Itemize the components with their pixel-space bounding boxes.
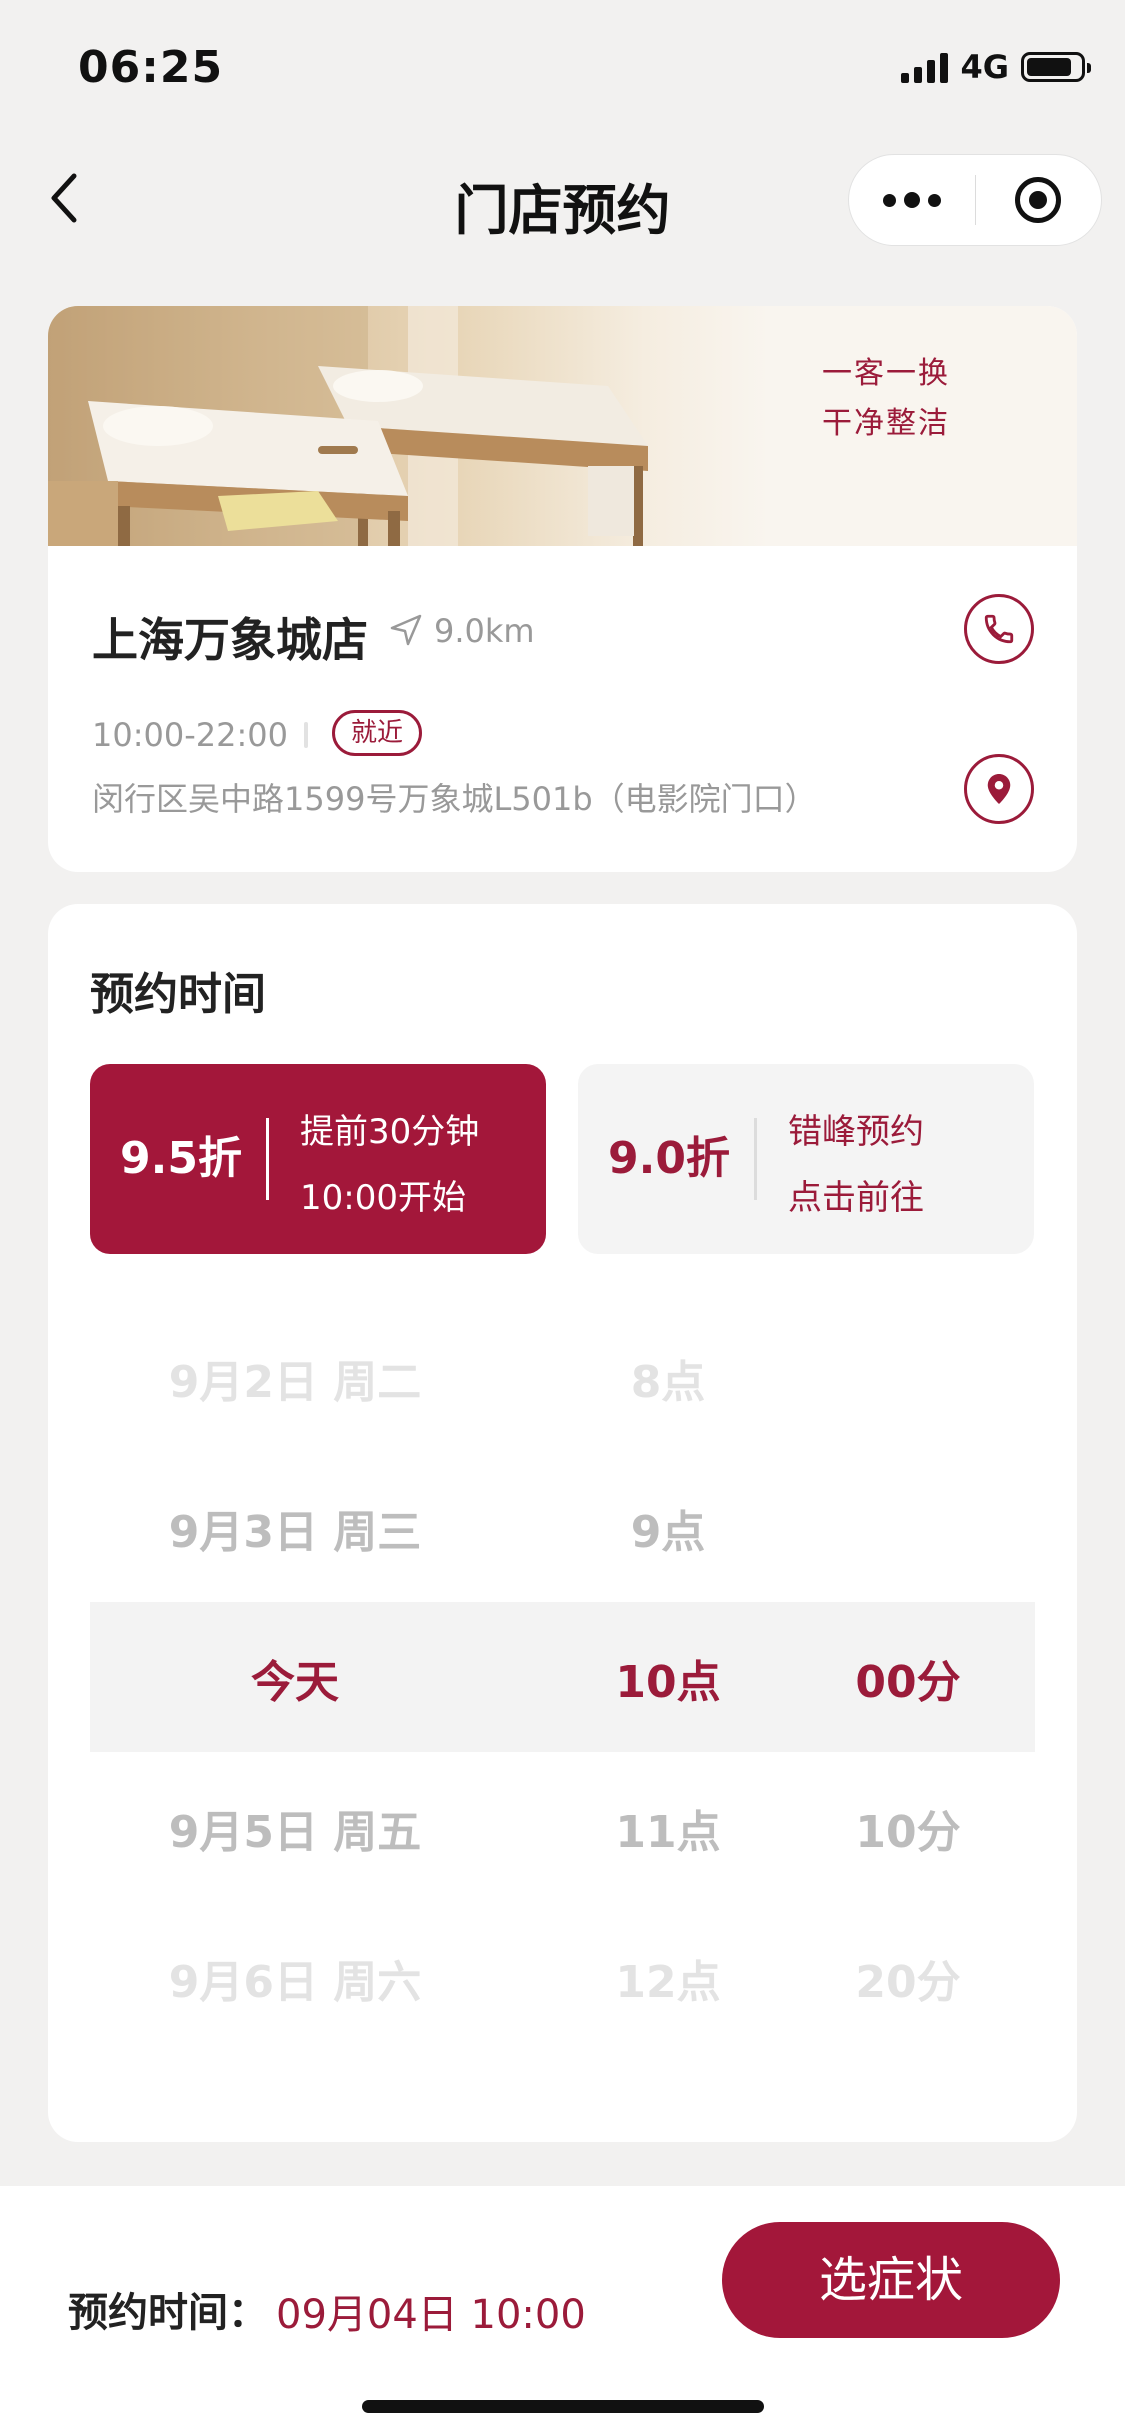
booking-time-card: 预约时间 9.5折 提前30分钟 10:00开始 9.0折 错峰预约 点击前往 … bbox=[48, 904, 1077, 2142]
status-time: 06:25 bbox=[78, 42, 224, 93]
home-indicator[interactable] bbox=[362, 2400, 764, 2413]
mini-program-capsule bbox=[848, 154, 1102, 246]
banner-slogan-1: 一客一换 bbox=[822, 356, 950, 391]
picker-minute-option[interactable]: 10分 bbox=[808, 1796, 1008, 1860]
picker-date-option[interactable]: 9月5日 周五 bbox=[90, 1796, 500, 1860]
offer-divider bbox=[754, 1118, 757, 1200]
booking-summary-label: 预约时间： bbox=[68, 2290, 268, 2336]
call-button[interactable] bbox=[964, 594, 1034, 664]
network-type: 4G bbox=[960, 48, 1009, 86]
picker-hour-option[interactable]: 12点 bbox=[568, 1946, 768, 2010]
picker-hour-selected[interactable]: 10点 bbox=[568, 1646, 768, 1710]
offer-discount: 9.5折 bbox=[120, 1133, 242, 1184]
picker-date-option[interactable]: 9月3日 周三 bbox=[90, 1496, 500, 1560]
location-arrow-icon bbox=[388, 612, 424, 648]
store-address: 闵行区吴中路1599号万象城L501b（电影院门口） bbox=[92, 780, 817, 818]
map-button[interactable] bbox=[964, 754, 1034, 824]
offer-early-booking[interactable]: 9.5折 提前30分钟 10:00开始 bbox=[90, 1064, 546, 1254]
booking-summary-value: 09月04日 10:00 bbox=[276, 2292, 586, 2338]
store-name: 上海万象城店 bbox=[92, 613, 368, 667]
picker-minute-selected[interactable]: 00分 bbox=[808, 1646, 1008, 1710]
battery-icon bbox=[1021, 52, 1091, 82]
picker-hour-option[interactable]: 8点 bbox=[568, 1346, 768, 1410]
store-banner: 一客一换 干净整洁 bbox=[48, 306, 1077, 546]
store-hours: 10:00-22:00 bbox=[92, 716, 288, 754]
offer-line-2: 10:00开始 bbox=[300, 1178, 466, 1218]
more-button[interactable] bbox=[849, 155, 975, 245]
signal-icon bbox=[901, 51, 949, 83]
more-dots-icon bbox=[882, 192, 941, 208]
offer-off-peak[interactable]: 9.0折 错峰预约 点击前往 bbox=[578, 1064, 1034, 1254]
status-indicators: 4G bbox=[901, 48, 1091, 86]
picker-hour-option[interactable]: 9点 bbox=[568, 1496, 768, 1560]
picker-date-option[interactable]: 9月6日 周六 bbox=[90, 1946, 500, 2010]
offer-discount: 9.0折 bbox=[608, 1133, 730, 1184]
picker-minute-option[interactable]: 20分 bbox=[808, 1946, 1008, 2010]
nearest-badge: 就近 bbox=[332, 710, 423, 756]
picker-date-option[interactable]: 9月2日 周二 bbox=[90, 1346, 500, 1410]
section-title: 预约时间 bbox=[90, 969, 266, 1020]
phone-icon bbox=[984, 614, 1014, 644]
store-distance: 9.0km bbox=[434, 612, 535, 650]
picker-hour-option[interactable]: 11点 bbox=[568, 1796, 768, 1860]
offer-divider bbox=[266, 1118, 269, 1200]
close-button[interactable] bbox=[976, 155, 1102, 245]
offer-line-1: 提前30分钟 bbox=[300, 1112, 480, 1152]
store-card: 一客一换 干净整洁 上海万象城店 9.0km 10:00-22:00 就近 闵行… bbox=[48, 306, 1077, 872]
map-pin-icon bbox=[987, 774, 1011, 804]
bottom-action-bar: 预约时间： 09月04日 10:00 选症状 bbox=[0, 2186, 1125, 2436]
target-icon bbox=[1015, 177, 1062, 223]
offer-line-2: 点击前往 bbox=[788, 1178, 924, 1218]
select-symptoms-button[interactable]: 选症状 bbox=[722, 2222, 1060, 2338]
offer-line-1: 错峰预约 bbox=[788, 1112, 924, 1152]
divider bbox=[304, 722, 308, 748]
picker-date-selected[interactable]: 今天 bbox=[90, 1646, 500, 1710]
banner-slogan-2: 干净整洁 bbox=[822, 406, 950, 441]
